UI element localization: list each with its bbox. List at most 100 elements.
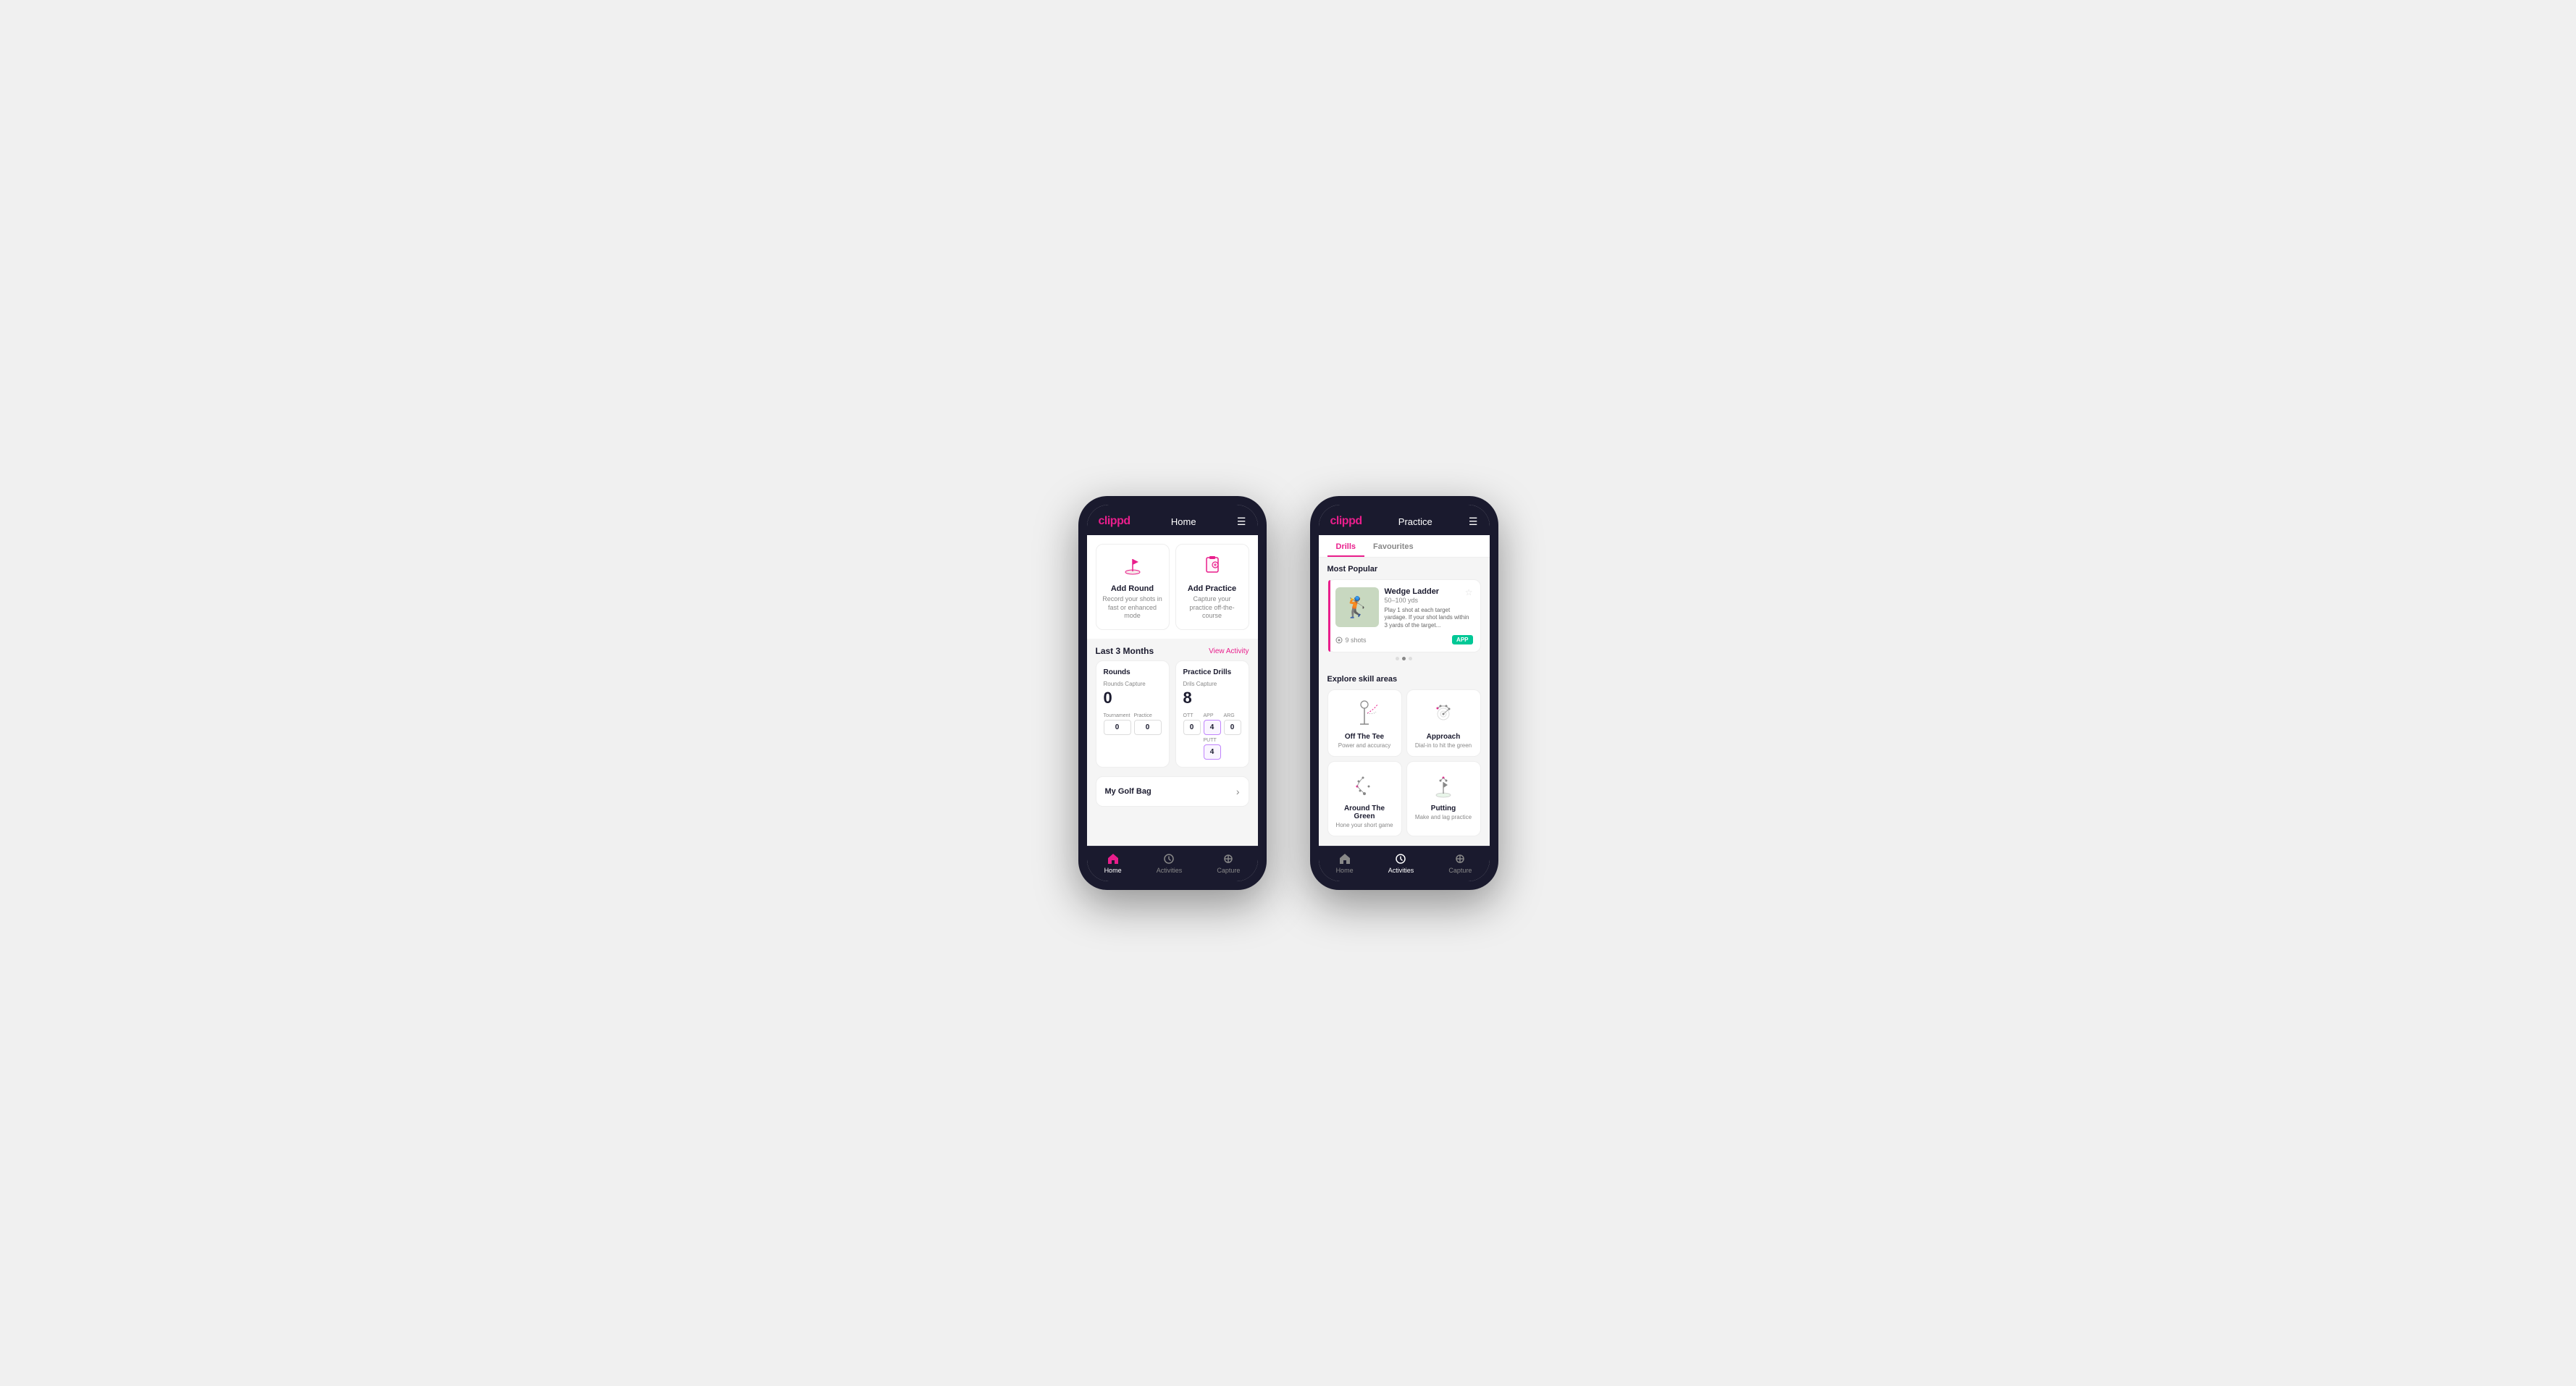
drill-card-wedge-ladder[interactable]: 🏌️ Wedge Ladder 50–100 yds ☆ Play 1 shot… (1327, 579, 1481, 652)
ott-stat: OTT 0 (1183, 713, 1201, 735)
explore-section: Explore skill areas (1319, 669, 1490, 844)
favourite-star-icon[interactable]: ☆ (1465, 587, 1473, 597)
activities-nav-icon-2 (1394, 852, 1407, 865)
nav-capture-2[interactable]: Capture (1448, 852, 1472, 874)
putt-label: PUTT (1204, 738, 1221, 743)
phone2-title: Practice (1398, 516, 1432, 527)
around-green-desc: Hone your short game (1335, 822, 1393, 828)
golf-bag-row[interactable]: My Golf Bag › (1096, 776, 1249, 807)
nav-home-1[interactable]: Home (1104, 852, 1122, 874)
tournament-value: 0 (1104, 720, 1131, 735)
phone2-header: clippd Practice ☰ (1319, 505, 1490, 535)
dot-1 (1396, 657, 1399, 660)
nav-home-label-2: Home (1336, 867, 1354, 874)
approach-icon-area (1425, 697, 1461, 730)
drill-description: Play 1 shot at each target yardage. If y… (1385, 607, 1473, 629)
putting-desc: Make and lag practice (1415, 814, 1472, 820)
add-practice-title: Add Practice (1188, 584, 1236, 593)
clipboard-icon (1201, 553, 1224, 580)
nav-home-2[interactable]: Home (1336, 852, 1354, 874)
add-practice-card[interactable]: Add Practice Capture your practice off-t… (1175, 544, 1249, 630)
tournament-label: Tournament (1104, 713, 1131, 718)
action-cards: Add Round Record your shots in fast or e… (1087, 535, 1258, 639)
phone-1: clippd Home ☰ Add Round Record your (1078, 496, 1267, 890)
nav-capture-1[interactable]: Capture (1217, 852, 1240, 874)
rounds-title: Rounds (1104, 668, 1162, 676)
view-activity-link[interactable]: View Activity (1209, 647, 1249, 655)
rounds-sub-stats: Tournament 0 Practice 0 (1104, 713, 1162, 735)
skill-putting[interactable]: Putting Make and lag practice (1406, 761, 1481, 836)
putt-value: 4 (1204, 744, 1221, 760)
phone2-bottom-nav: Home Activities Capture (1319, 846, 1490, 881)
home-nav-icon-2 (1338, 852, 1351, 865)
nav-activities-2[interactable]: Activities (1388, 852, 1414, 874)
arg-label: ARG (1224, 713, 1241, 718)
drill-thumbnail: 🏌️ (1335, 587, 1379, 627)
dot-2 (1402, 657, 1406, 660)
rounds-capture-label: Rounds Capture (1104, 681, 1162, 687)
tee-skill-icon (1347, 699, 1382, 729)
drills-total: 8 (1183, 689, 1241, 707)
practice-drills-stats-box: Practice Drills Drils Capture 8 OTT 0 AP… (1175, 660, 1249, 768)
rounds-stats-box: Rounds Rounds Capture 0 Tournament 0 Pra… (1096, 660, 1170, 768)
off-the-tee-desc: Power and accuracy (1338, 742, 1390, 749)
add-round-card[interactable]: Add Round Record your shots in fast or e… (1096, 544, 1170, 630)
skill-grid: Off The Tee Power and accuracy (1327, 689, 1481, 836)
ott-value: 0 (1183, 720, 1201, 735)
drill-footer: 9 shots APP (1335, 635, 1473, 644)
drill-range: 50–100 yds (1385, 597, 1440, 604)
nav-activities-label-1: Activities (1157, 867, 1183, 874)
around-green-name: Around The Green (1335, 805, 1394, 820)
explore-title: Explore skill areas (1327, 675, 1481, 684)
add-practice-desc: Capture your practice off-the-course (1182, 595, 1243, 621)
capture-nav-icon-1 (1222, 852, 1235, 865)
home-nav-icon-1 (1107, 852, 1120, 865)
tabs-bar: Drills Favourites (1319, 535, 1490, 558)
practice-value: 0 (1134, 720, 1162, 735)
activities-nav-icon-1 (1162, 852, 1175, 865)
golf-bag-label: My Golf Bag (1105, 787, 1151, 796)
activity-section-header: Last 3 Months View Activity (1087, 639, 1258, 660)
around-green-skill-icon (1347, 770, 1382, 801)
around-green-icon-area (1346, 769, 1383, 802)
phone2-menu-icon[interactable]: ☰ (1469, 516, 1478, 528)
app-value: 4 (1204, 720, 1221, 735)
phone1-menu-icon[interactable]: ☰ (1237, 516, 1246, 528)
app-badge: APP (1452, 635, 1472, 644)
tab-drills[interactable]: Drills (1327, 535, 1365, 557)
drill-info: Wedge Ladder 50–100 yds ☆ Play 1 shot at… (1385, 587, 1473, 629)
off-the-tee-name: Off The Tee (1345, 733, 1384, 741)
tee-icon-area (1346, 697, 1383, 730)
tournament-stat: Tournament 0 (1104, 713, 1131, 735)
nav-capture-label-2: Capture (1448, 867, 1472, 874)
tab-favourites[interactable]: Favourites (1364, 535, 1422, 557)
putting-name: Putting (1431, 805, 1456, 812)
phone-1-screen: clippd Home ☰ Add Round Record your (1087, 505, 1258, 881)
skill-off-the-tee[interactable]: Off The Tee Power and accuracy (1327, 689, 1402, 757)
practice-stat: Practice 0 (1134, 713, 1162, 735)
drill-card-inner: 🏌️ Wedge Ladder 50–100 yds ☆ Play 1 shot… (1335, 587, 1473, 629)
approach-skill-icon (1426, 699, 1461, 729)
phone-2: clippd Practice ☰ Drills Favourites Most… (1310, 496, 1498, 890)
phone-2-screen: clippd Practice ☰ Drills Favourites Most… (1319, 505, 1490, 881)
phone2-content: Most Popular 🏌️ Wedge Ladder 50–100 yds (1319, 558, 1490, 846)
skill-approach[interactable]: Approach Dial-in to hit the green (1406, 689, 1481, 757)
drill-name: Wedge Ladder (1385, 587, 1440, 596)
add-round-desc: Record your shots in fast or enhanced mo… (1102, 595, 1163, 621)
phone1-content: Add Round Record your shots in fast or e… (1087, 535, 1258, 846)
putt-stat: PUTT 4 (1204, 738, 1221, 760)
capture-nav-icon-2 (1453, 852, 1467, 865)
dot-3 (1409, 657, 1412, 660)
putting-skill-icon (1426, 770, 1461, 801)
skill-around-green[interactable]: Around The Green Hone your short game (1327, 761, 1402, 836)
nav-activities-1[interactable]: Activities (1157, 852, 1183, 874)
phone1-logo: clippd (1099, 515, 1130, 528)
add-round-title: Add Round (1111, 584, 1154, 593)
drill-shots: 9 shots (1335, 637, 1367, 644)
practice-drills-title: Practice Drills (1183, 668, 1241, 676)
most-popular-label: Most Popular (1327, 565, 1481, 574)
activity-section-title: Last 3 Months (1096, 646, 1154, 656)
chevron-right-icon: › (1236, 786, 1240, 797)
shots-icon (1335, 637, 1343, 644)
nav-capture-label-1: Capture (1217, 867, 1240, 874)
